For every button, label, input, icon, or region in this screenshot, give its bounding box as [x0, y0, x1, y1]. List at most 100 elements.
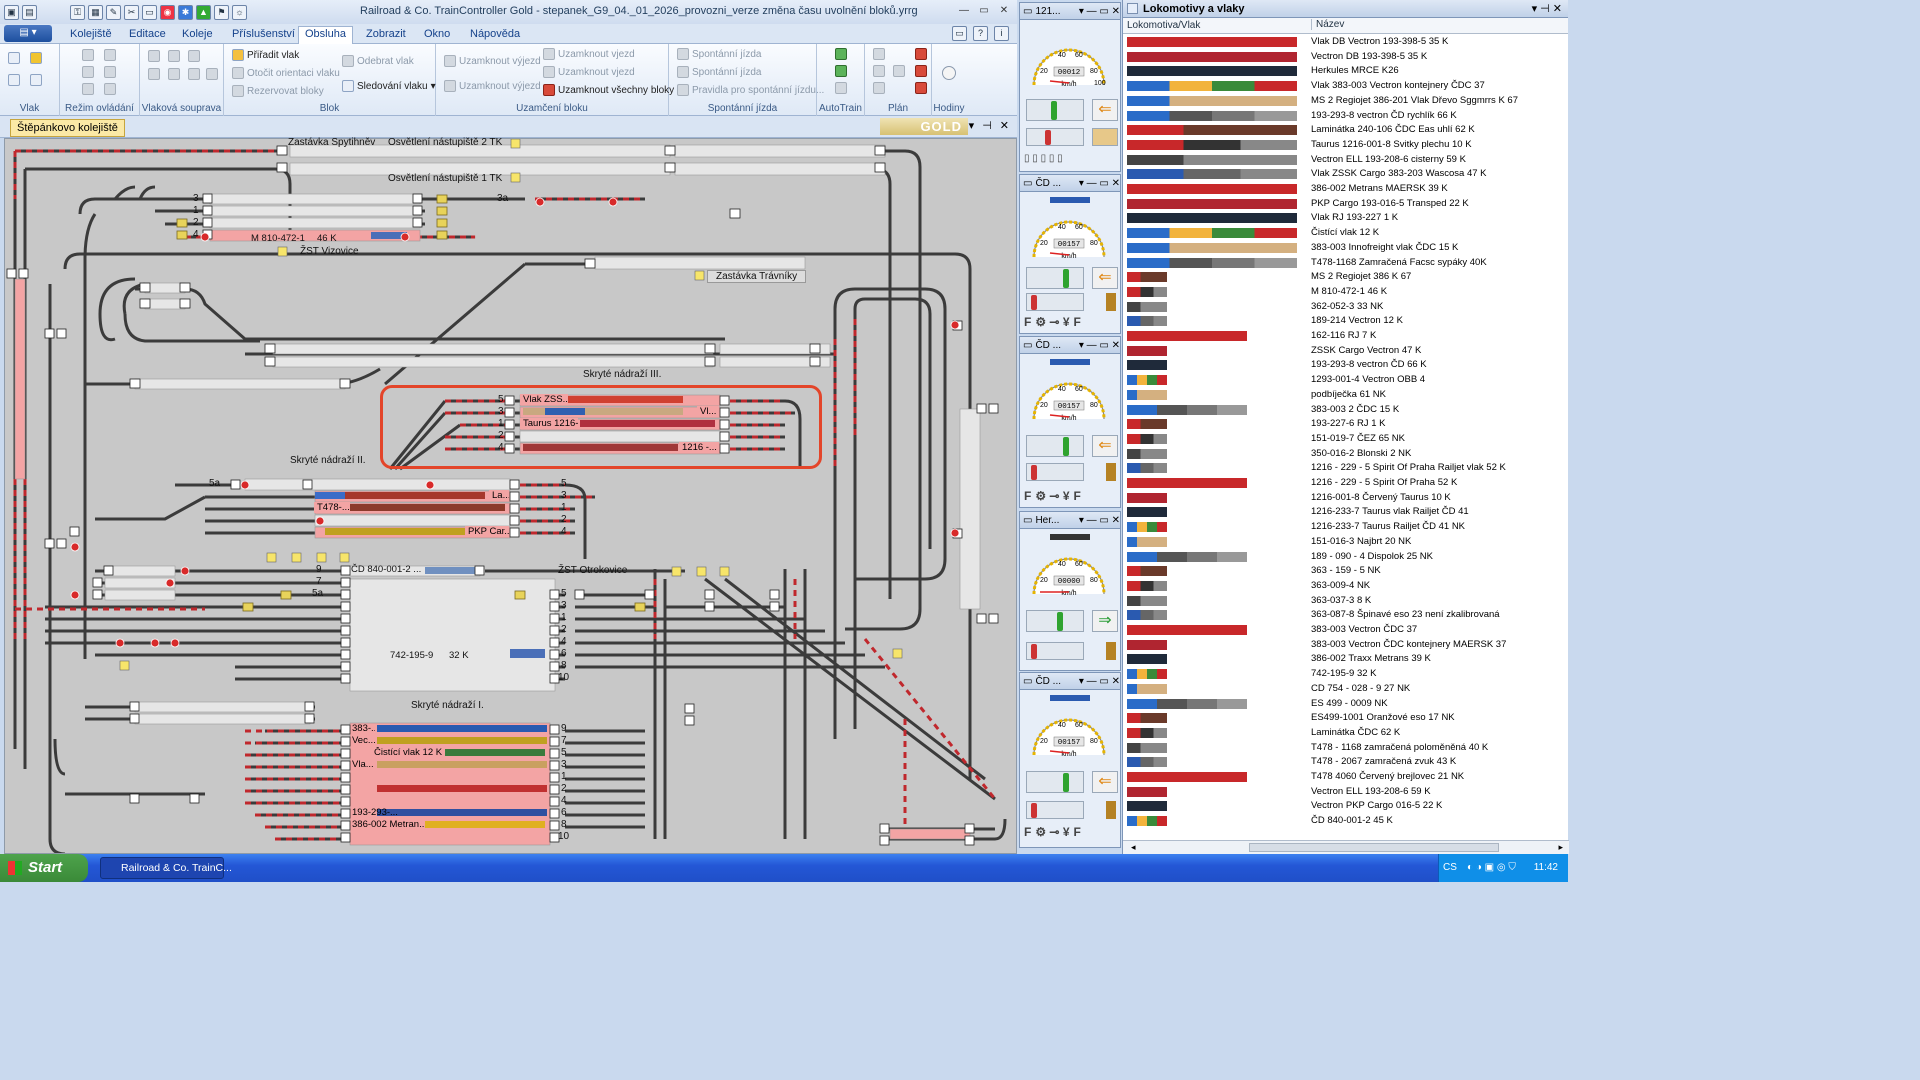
train-block-s2-3[interactable]: La... — [489, 490, 509, 501]
plan-icon[interactable] — [893, 65, 905, 77]
list-item[interactable]: 162-116 RJ 7 K — [1123, 329, 1563, 344]
lock-entry-button[interactable]: Uzamknout vjezd — [543, 48, 635, 60]
list-item[interactable]: 189-214 Vectron 12 K — [1123, 314, 1563, 329]
mode-icon[interactable] — [82, 49, 94, 61]
train-cd840-label[interactable]: ČD 840-001-2 ... — [351, 564, 421, 575]
list-item[interactable]: 383-003 Vectron ČDC kontejnery MAERSK 37 — [1123, 638, 1563, 653]
list-item[interactable]: Vectron DB 193-398-5 35 K — [1123, 50, 1563, 65]
list-item[interactable]: ZSSK Cargo Vectron 47 K — [1123, 344, 1563, 359]
train-block-s1-5[interactable]: Čistící vlak 12 K — [371, 747, 445, 758]
tray-icons[interactable]: ◐ ◑ ▣ ◎ ⛉ — [1467, 854, 1516, 882]
list-item[interactable]: Vectron PKP Cargo 016-5 22 K — [1123, 799, 1563, 814]
train-block-s1-3[interactable]: Vla... — [349, 759, 375, 770]
list-item[interactable]: 1293-001-4 Vectron OBB 4 — [1123, 373, 1563, 388]
spontaneous-off-button[interactable]: Spontánní jízda — [677, 66, 762, 78]
list-item[interactable]: M 810-472-1 46 K — [1123, 285, 1563, 300]
track-diagram[interactable] — [5, 139, 1016, 853]
list-item[interactable]: 193-227-6 RJ 1 K — [1123, 417, 1563, 432]
brake-slider[interactable] — [1026, 642, 1084, 660]
speed-slider[interactable] — [1026, 267, 1084, 289]
list-item[interactable]: 742-195-9 32 K — [1123, 667, 1563, 682]
assign-train-button[interactable]: Přiřadit vlak — [232, 49, 299, 61]
horn-icon[interactable]: ⚙ ⊸ ¥ — [1035, 315, 1069, 329]
slider-thumb[interactable] — [1063, 773, 1069, 792]
list-item[interactable]: 383-003 2 ČDC 15 K — [1123, 403, 1563, 418]
slider-thumb[interactable] — [1031, 644, 1037, 659]
reserve-blocks-button[interactable]: Rezervovat bloky — [232, 85, 324, 97]
app-menu-button[interactable]: ▤ ▾ — [4, 25, 52, 42]
consist-icon[interactable] — [148, 50, 160, 62]
list-item[interactable]: 151-016-3 Najbrt 20 NK — [1123, 535, 1563, 550]
light-icon[interactable]: ▯ ▯ ▯ ▯ ▯ — [1024, 153, 1063, 164]
train-icon[interactable] — [8, 52, 20, 64]
list-item[interactable]: 363-037-3 8 K — [1123, 594, 1563, 609]
tab-napoveda[interactable]: Nápověda — [464, 27, 526, 44]
list-item[interactable]: Vlak ZSSK Cargo 383-203 Wascosa 47 K — [1123, 167, 1563, 182]
tab-prislusenstvi[interactable]: Příslušenství — [226, 27, 301, 44]
bulb-icon[interactable]: ☼ — [232, 4, 247, 20]
list-item[interactable]: Čistící vlak 12 K — [1123, 226, 1563, 241]
consist-icon[interactable] — [188, 68, 200, 80]
speed-slider[interactable] — [1026, 610, 1084, 632]
save-icon[interactable]: ▤ — [22, 4, 37, 20]
scroll-left-icon[interactable]: ◂ — [1131, 842, 1136, 853]
mode-icon[interactable] — [104, 49, 116, 61]
plan-icon[interactable] — [873, 65, 885, 77]
direction-button[interactable]: ⇐ — [1092, 267, 1118, 289]
list-item[interactable]: 151-019-7 ČEZ 65 NK — [1123, 432, 1563, 447]
function-key[interactable]: F — [1024, 825, 1031, 839]
train-block-s1-6[interactable]: 386-002 Metran... — [349, 819, 425, 830]
list-item[interactable]: Vlak 383-003 Vectron kontejnery ČDC 37 — [1123, 79, 1563, 94]
autotrain-a-icon[interactable] — [835, 48, 847, 60]
list-item[interactable]: 1216-233-7 Taurus Railjet ČD 41 NK — [1123, 520, 1563, 535]
signal-icon[interactable]: ⚑ — [214, 4, 229, 20]
engine-control-2[interactable]: ▭ ČD ... ▾ — ▭ ✕ 00157 km/h 20 40 60 80 ⇐ … — [1019, 174, 1121, 334]
speed-slider[interactable] — [1026, 435, 1084, 457]
list-item[interactable]: podbíječka 61 NK — [1123, 388, 1563, 403]
list-item[interactable]: CD 754 - 028 - 9 27 NK — [1123, 682, 1563, 697]
tab-koleje[interactable]: Koleje — [176, 27, 219, 44]
plan-stop-icon[interactable] — [915, 82, 927, 94]
list-item[interactable]: Vlak RJ 193-227 1 K — [1123, 211, 1563, 226]
column-header-loco[interactable]: Lokomotiva/Vlak — [1127, 20, 1200, 31]
horizontal-scrollbar[interactable]: ◂ ▸ — [1123, 840, 1569, 854]
mode-icon[interactable] — [104, 66, 116, 78]
function-key[interactable]: F — [1074, 825, 1081, 839]
tools-icon[interactable]: ✂ — [124, 4, 139, 20]
spontaneous-rules-button[interactable]: Pravidla pro spontánní jízdu... — [677, 84, 824, 96]
list-item[interactable]: 386-002 Traxx Metrans 39 K — [1123, 652, 1563, 667]
tab-zobrazit[interactable]: Zobrazit — [360, 27, 412, 44]
lock-exit-button[interactable]: Uzamknout výjezd — [444, 55, 541, 67]
list-item[interactable]: 362-052-3 33 NK — [1123, 300, 1563, 315]
list-item[interactable]: T478 4060 Červený brejlovec 21 NK — [1123, 770, 1563, 785]
list-item[interactable]: Vlak DB Vectron 193-398-5 35 K — [1123, 35, 1563, 50]
train-block-s1-7[interactable]: Vec... — [349, 735, 375, 746]
list-item[interactable]: 363-087-8 Špinavé eso 23 není zkalibrova… — [1123, 608, 1563, 623]
list-item[interactable]: PKP Cargo 193-016-5 Transped 22 K — [1123, 197, 1563, 212]
engine-control-1[interactable]: ▭ 121... ▾ — ▭ ✕ 00012 km/h 20 40 60 80 10… — [1019, 2, 1121, 172]
engine-control-4[interactable]: ▭ Her... ▾ — ▭ ✕ 00000 km/h 20 40 60 80 ⇒ — [1019, 511, 1121, 671]
window-controls-icon[interactable]: ▾ — ▭ ✕ — [1079, 676, 1120, 687]
up-icon[interactable]: ▲ — [196, 4, 211, 20]
window-controls-icon[interactable]: ▾ — ▭ ✕ — [1079, 6, 1120, 17]
pin-icon[interactable]: ⊣ — [982, 119, 992, 132]
list-item[interactable]: Vectron ELL 193-208-6 cisterny 59 K — [1123, 153, 1563, 168]
loco-list[interactable]: Vlak DB Vectron 193-398-5 35 K Vectron DB… — [1123, 35, 1563, 827]
window-controls-icon[interactable]: ▾ — ▭ ✕ — [1079, 178, 1120, 189]
train-742-label[interactable]: 742-195-9 — [390, 650, 433, 661]
minimize-button[interactable]: — — [955, 3, 973, 19]
edit-icon[interactable]: ✎ — [106, 4, 121, 20]
list-item[interactable]: Taurus 1216-001-8 Svitky plechu 10 K — [1123, 138, 1563, 153]
function-key[interactable]: F — [1074, 489, 1081, 503]
direction-button[interactable]: ⇐ — [1092, 99, 1118, 121]
engine-control-5[interactable]: ▭ ČD ... ▾ — ▭ ✕ 00157 km/h 20 40 60 80 ⇐ … — [1019, 672, 1121, 848]
list-item[interactable]: Laminátka 240-106 ČDC Eas uhlí 62 K — [1123, 123, 1563, 138]
list-item[interactable]: MS 2 Regiojet 386 K 67 — [1123, 270, 1563, 285]
path-icon[interactable] — [30, 74, 42, 86]
snow-icon[interactable]: ✱ — [178, 4, 193, 20]
consist-icon[interactable] — [206, 68, 218, 80]
list-item[interactable]: 363 - 159 - 5 NK — [1123, 564, 1563, 579]
list-item[interactable]: 1216 - 229 - 5 Spirit Of Praha Railjet v… — [1123, 461, 1563, 476]
list-item[interactable]: 383-003 Vectron ČDC 37 — [1123, 623, 1563, 638]
key-icon[interactable] — [30, 52, 42, 64]
